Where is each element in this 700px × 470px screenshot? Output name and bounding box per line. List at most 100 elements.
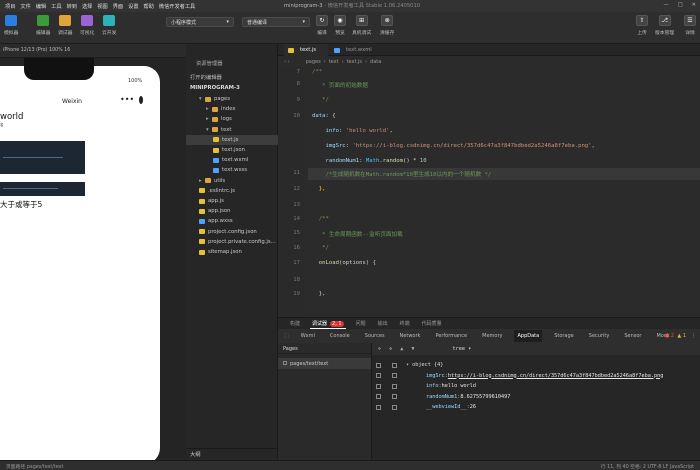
devtools-tab-sources[interactable]: Sources	[362, 330, 388, 342]
tree-item-app-wxss[interactable]: app.wxss	[186, 216, 278, 226]
tree-item-text-js[interactable]: text.js	[186, 134, 278, 145]
tree-item-app-json[interactable]: app.json	[186, 206, 278, 216]
minimize-icon[interactable]: —	[664, 2, 669, 8]
code-line[interactable]: },	[312, 186, 326, 192]
code-line[interactable]: */	[312, 245, 329, 251]
menu-8[interactable]: 设置	[128, 3, 138, 10]
breadcrumb-item[interactable]: text.js	[347, 59, 362, 65]
editor-tab-1[interactable]: text.wxml	[330, 44, 374, 56]
collapse-icon[interactable]: ✥	[389, 346, 392, 352]
row-checkbox[interactable]	[376, 362, 381, 368]
toolbar-right-button-1[interactable]: ⎇ 版本管理	[655, 15, 674, 36]
panel-tab-2[interactable]: 问题	[354, 319, 368, 328]
row-edit-checkbox[interactable]	[392, 394, 397, 399]
devtools-tab-storage[interactable]: Storage	[551, 330, 577, 342]
tree-item-utils[interactable]: ▸ utils	[186, 176, 278, 186]
tree-item-project-config-json[interactable]: project.config.json	[186, 227, 278, 237]
nav-arrows-icon[interactable]: ‹ ›	[284, 59, 290, 65]
menu-4[interactable]: 转到	[67, 3, 77, 10]
appdata-row[interactable]: ▾ object {4}	[372, 360, 700, 370]
tree-item-project-private-config-js---[interactable]: project.private.config.js...	[186, 237, 278, 247]
menu-7[interactable]: 界面	[113, 3, 123, 10]
outline-section[interactable]: 大纲	[186, 448, 278, 458]
appdata-row[interactable]: info : hello world	[372, 381, 700, 391]
tree-item-text-wxml[interactable]: text.wxml	[186, 155, 278, 165]
page-item[interactable]: pages/text/text	[278, 358, 371, 369]
tree-item-text-json[interactable]: text.json	[186, 145, 278, 155]
tree-item-sitemap-json[interactable]: sitemap.json	[186, 247, 278, 257]
close-icon[interactable]: ✕	[692, 2, 696, 8]
code-line[interactable]: data: {	[312, 113, 336, 119]
appdata-value[interactable]: hello world	[442, 383, 476, 389]
tree-item--eslintrc-js[interactable]: .eslintrc.js	[186, 186, 278, 196]
device-select[interactable]: iPhone 12/13 (Pro) 100% 16	[3, 48, 70, 53]
appdata-value[interactable]: 8.62755799610497	[460, 394, 510, 400]
toolbar-button-1[interactable]: 编辑器	[36, 15, 50, 36]
code-line[interactable]: /**	[312, 216, 329, 222]
code-line[interactable]: onLoad(options) {	[312, 260, 376, 266]
toolbar-button-3[interactable]: 可视化	[80, 15, 94, 36]
code-line[interactable]: * 页面的初始数据	[312, 81, 368, 89]
row-checkbox[interactable]	[376, 404, 381, 410]
panel-tab-4[interactable]: 终端	[398, 319, 412, 328]
toolbar-mid-button-2[interactable]: ⊞ 真机调试	[352, 15, 371, 36]
open-editors-section[interactable]: 打开的编辑器	[186, 72, 278, 82]
devtools-tab-security[interactable]: Security	[586, 330, 613, 342]
row-edit-checkbox[interactable]	[392, 362, 397, 368]
expand-icon[interactable]: ✣	[378, 346, 381, 352]
appdata-row[interactable]: __webviewId__ : 26	[372, 402, 700, 412]
devtools-tab-memory[interactable]: Memory	[479, 330, 505, 342]
toolbar-mid-button-3[interactable]: ⊗ 清缓存	[380, 15, 394, 36]
toolbar-right-button-0[interactable]: ⇧ 上传	[636, 15, 648, 36]
maximize-icon[interactable]: □	[678, 2, 683, 8]
code-line[interactable]: },	[312, 291, 326, 297]
tree-item-pages[interactable]: ▾ pages	[186, 94, 278, 104]
capsule-menu[interactable]: •••	[120, 95, 144, 104]
appdata-row[interactable]: imgSrc : https://i-blog.csdnimg.cn/direc…	[372, 371, 700, 381]
appdata-value[interactable]: https://i-blog.csdnimg.cn/direct/357d6c4…	[448, 373, 664, 379]
more-vertical-icon[interactable]: ⋮	[691, 333, 696, 339]
row-edit-checkbox[interactable]	[392, 373, 397, 378]
appdata-value[interactable]: 26	[470, 404, 476, 410]
appdata-row[interactable]: randomNum1 : 8.62755799610497	[372, 392, 700, 402]
toolbar-right-button-2[interactable]: ☰ 详情	[684, 15, 696, 36]
code-line[interactable]: info: 'hello world',	[312, 128, 392, 134]
code-line[interactable]: */	[312, 97, 329, 103]
phone-screen[interactable]: 100% Weixin ••• world 名 大于或等于5	[0, 66, 160, 464]
toolbar-button-0[interactable]: 模拟器	[4, 15, 18, 36]
menu-5[interactable]: 选择	[82, 3, 92, 10]
devtools-tab-performance[interactable]: Performance	[432, 330, 470, 342]
devtools-tab-network[interactable]: Network	[397, 330, 424, 342]
code-editor[interactable]: 7 /** 8 * 页面的初始数据 9 */ 10 data: { info: 'hell…	[278, 67, 700, 317]
tree-item-text[interactable]: ▾ text	[186, 125, 278, 135]
devtools-tab-appdata[interactable]: AppData	[514, 330, 543, 342]
chevron-down-icon[interactable]: ▾	[406, 362, 409, 368]
menu-1[interactable]: 文件	[20, 3, 30, 10]
panel-tab-0[interactable]: 构建	[288, 319, 302, 328]
editor-tab-0[interactable]: text.js	[284, 44, 328, 56]
devtools-tab-console[interactable]: Console	[327, 330, 353, 342]
code-line[interactable]: randomNum1: Math.random() * 10	[312, 158, 426, 164]
panel-tab-5[interactable]: 代码质量	[420, 319, 444, 328]
page-path[interactable]: 页面路径 pages/text/text	[6, 463, 63, 470]
breadcrumb-item[interactable]: pages	[306, 59, 321, 65]
menu-6[interactable]: 视图	[97, 3, 107, 10]
code-line[interactable]: imgSrc: 'https://i-blog.csdnimg.cn/direc…	[312, 143, 594, 149]
panel-tab-1[interactable]: 调试器 2, 1	[310, 319, 346, 329]
toolbar-button-4[interactable]: 云开发	[102, 15, 116, 36]
compile-select[interactable]: 普通编译 ▾	[242, 17, 310, 27]
row-edit-checkbox[interactable]	[392, 404, 397, 410]
devtools-tab-sensor[interactable]: Sensor	[621, 330, 644, 342]
down-icon[interactable]: ▼	[411, 346, 414, 352]
code-line[interactable]: * 生命周期函数--监听页面加载	[312, 230, 403, 238]
toolbar-mid-button-1[interactable]: ◉ 预览	[334, 15, 346, 36]
row-checkbox[interactable]	[376, 373, 381, 378]
code-line[interactable]: /**	[312, 69, 322, 75]
toolbar-mid-button-0[interactable]: ↻ 编译	[316, 15, 328, 36]
row-edit-checkbox[interactable]	[392, 383, 397, 389]
project-section[interactable]: MINIPROGRAM-3	[186, 83, 278, 93]
panel-tab-3[interactable]: 输出	[376, 319, 390, 328]
breadcrumb-item[interactable]: text	[329, 59, 339, 65]
menu-9[interactable]: 帮助	[144, 3, 154, 10]
menu-10[interactable]: 微信开发者工具	[159, 3, 195, 10]
